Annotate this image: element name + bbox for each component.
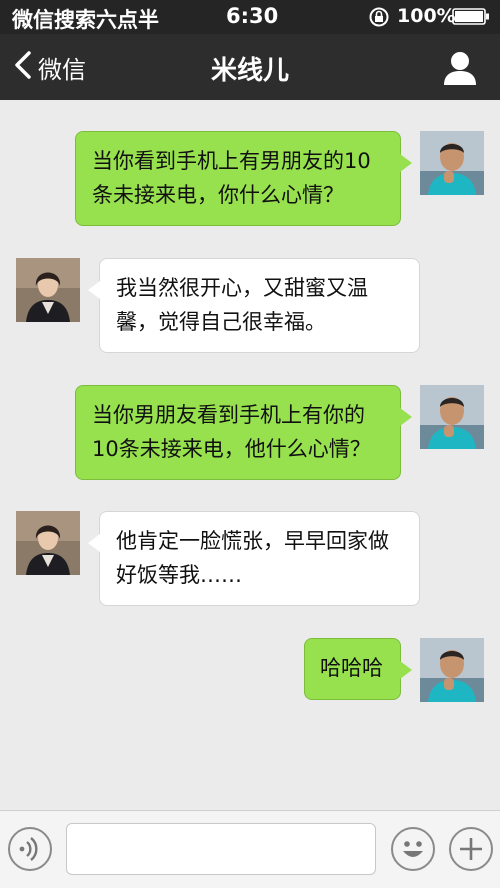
message-input[interactable] bbox=[66, 823, 376, 875]
rotation-lock-icon bbox=[368, 6, 390, 28]
plus-icon bbox=[451, 829, 491, 869]
profile-button[interactable] bbox=[440, 48, 480, 88]
input-bar bbox=[0, 810, 500, 888]
message-text: 当你看到手机上有男朋友的10条未接来电，你什么心情？ bbox=[92, 149, 371, 207]
chat-title: 米线儿 bbox=[210, 56, 289, 86]
message-bubble[interactable]: 哈哈哈 bbox=[304, 638, 412, 700]
voice-icon bbox=[10, 829, 50, 869]
avatar-me[interactable] bbox=[420, 131, 484, 195]
message-text: 我当然很开心，又甜蜜又温馨，觉得自己很幸福。 bbox=[116, 276, 368, 334]
message-bubble[interactable]: 当你男朋友看到手机上有你的10条未接来电，他什么心情？ bbox=[75, 385, 412, 480]
avatar-contact[interactable] bbox=[16, 258, 80, 322]
message-text: 当你男朋友看到手机上有你的10条未接来电，他什么心情？ bbox=[92, 403, 371, 461]
avatar-contact[interactable] bbox=[16, 511, 80, 575]
battery-icon bbox=[452, 8, 490, 25]
message-bubble[interactable]: 他肯定一脸慌张，早早回家做好饭等我…… bbox=[88, 511, 420, 606]
nav-bar: 微信 米线儿 bbox=[0, 34, 500, 100]
status-time: 6:30 bbox=[226, 4, 279, 28]
message-text: 哈哈哈 bbox=[320, 656, 383, 680]
carrier-name: 微信搜索六点半 bbox=[12, 8, 159, 32]
add-button[interactable] bbox=[449, 827, 493, 871]
avatar-me[interactable] bbox=[420, 638, 484, 702]
status-bar: 微信搜索六点半 6:30 100% bbox=[0, 0, 500, 34]
person-icon bbox=[440, 52, 480, 92]
message-text: 他肯定一脸慌张，早早回家做好饭等我…… bbox=[116, 529, 389, 587]
message-bubble[interactable]: 当你看到手机上有男朋友的10条未接来电，你什么心情？ bbox=[75, 131, 412, 226]
emoji-button[interactable] bbox=[391, 827, 435, 871]
battery-percent: 100% bbox=[397, 5, 456, 27]
message-bubble[interactable]: 我当然很开心，又甜蜜又温馨，觉得自己很幸福。 bbox=[88, 258, 420, 353]
voice-button[interactable] bbox=[8, 827, 52, 871]
emoji-icon bbox=[393, 829, 433, 869]
avatar-me[interactable] bbox=[420, 385, 484, 449]
